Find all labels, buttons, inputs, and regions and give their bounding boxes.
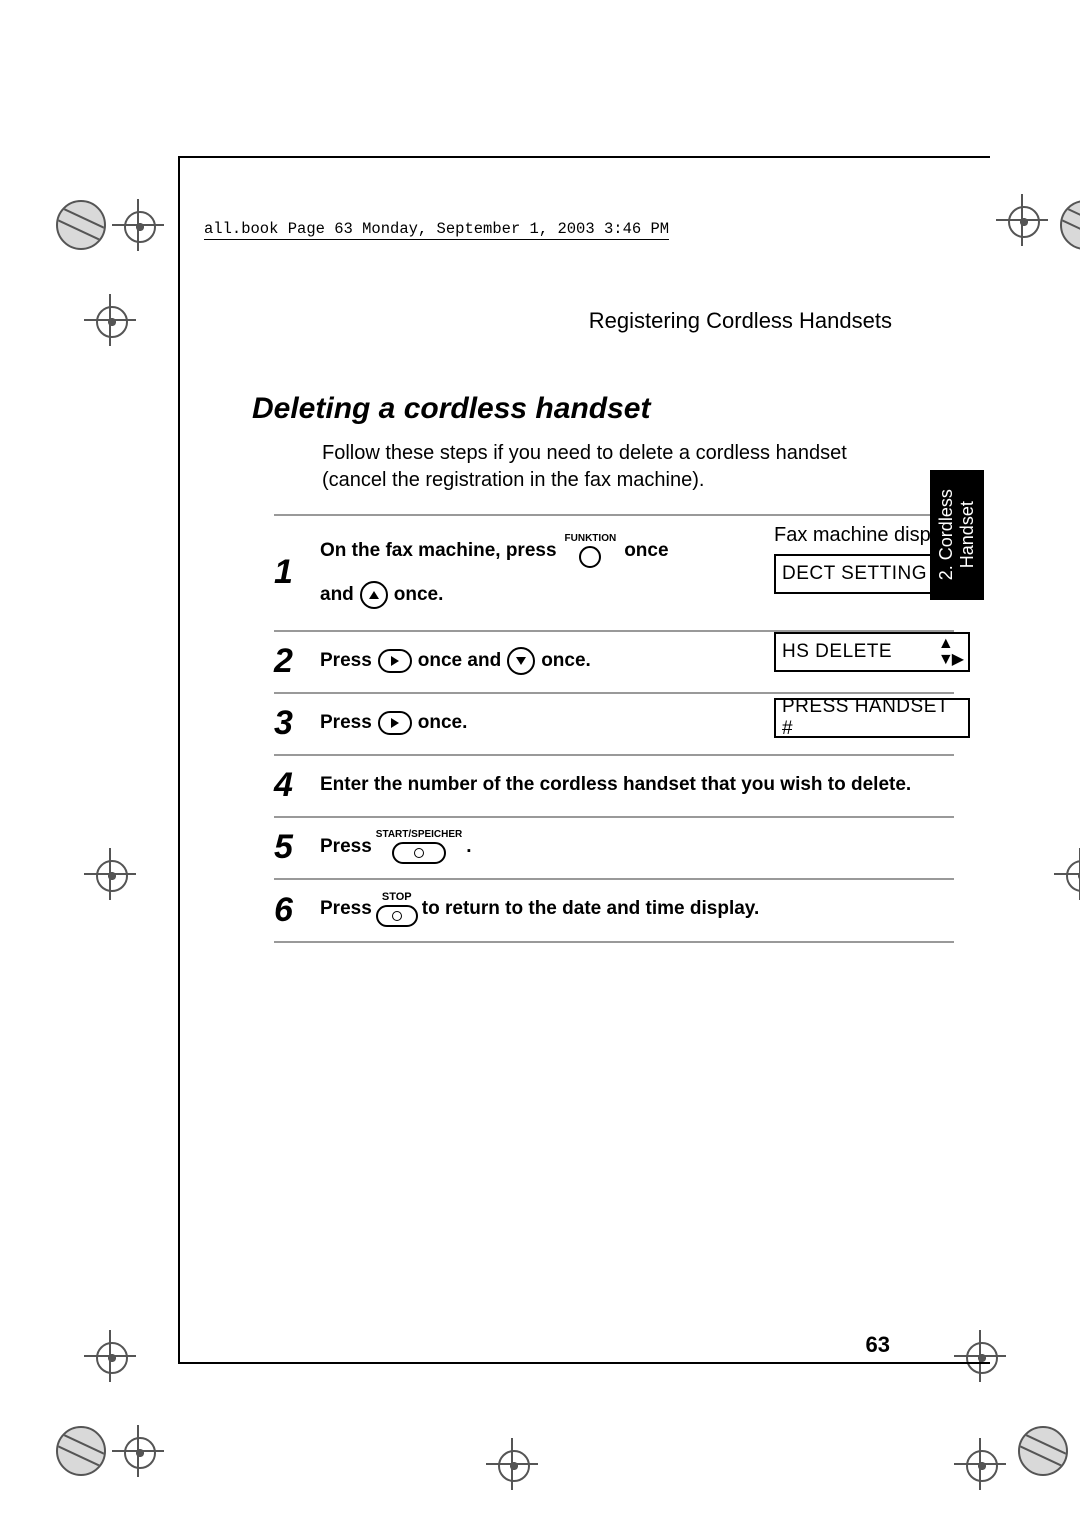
- step-text: .: [466, 832, 471, 862]
- step-row: 1 On the fax machine, press FUNKTION onc…: [274, 516, 954, 632]
- step-body: On the fax machine, press FUNKTION once …: [320, 534, 740, 610]
- page-number: 63: [866, 1332, 890, 1358]
- key-label: START/SPEICHER: [376, 830, 463, 840]
- crop-mark-icon: [56, 1426, 158, 1476]
- step-row: 6 Press STOP to return to the date and t…: [274, 880, 954, 943]
- step-row: 5 Press START/SPEICHER .: [274, 818, 954, 880]
- funktion-key-icon: FUNKTION: [565, 534, 617, 568]
- step-text: once: [624, 536, 668, 566]
- step-number: 2: [274, 644, 320, 678]
- section-tab-label: 2. Cordless Handset: [936, 489, 977, 580]
- crop-mark-icon: [90, 300, 130, 340]
- step-row: 2 Press once and once.: [274, 632, 954, 694]
- step-text: to return to the date and time display.: [422, 894, 759, 924]
- step-text: Press: [320, 832, 372, 862]
- start-speicher-key-icon: START/SPEICHER: [376, 830, 463, 864]
- stop-key-icon: STOP: [376, 892, 418, 927]
- steps-list: 1 On the fax machine, press FUNKTION onc…: [274, 514, 954, 943]
- crop-mark-icon: [1002, 200, 1042, 240]
- section-title: Deleting a cordless handset: [252, 392, 650, 426]
- step-text: once.: [394, 580, 444, 610]
- right-key-icon: [378, 711, 412, 735]
- step-body: Enter the number of the cordless handset…: [320, 770, 911, 800]
- crop-mark-icon: [90, 1336, 130, 1376]
- step-text: once.: [418, 708, 468, 738]
- crop-mark-icon: [1060, 200, 1080, 250]
- step-number: 4: [274, 768, 320, 802]
- crop-mark-icon: [960, 1444, 1000, 1484]
- step-text: once.: [541, 646, 591, 676]
- section-tab: 2. Cordless Handset: [930, 470, 984, 600]
- down-key-icon: [507, 647, 535, 675]
- step-row: 4 Enter the number of the cordless hands…: [274, 756, 954, 818]
- crop-mark-icon: [492, 1444, 532, 1484]
- step-body: Press once and once.: [320, 646, 591, 676]
- step-number: 5: [274, 830, 320, 864]
- step-body: Press START/SPEICHER .: [320, 830, 472, 864]
- step-body: Press once.: [320, 708, 467, 738]
- crop-mark-icon: [1060, 854, 1080, 894]
- key-label: FUNKTION: [565, 534, 617, 544]
- step-number: 6: [274, 893, 320, 927]
- step-text: Enter the number of the cordless handset…: [320, 770, 911, 800]
- step-text: Press: [320, 894, 372, 924]
- step-text: once and: [418, 646, 501, 676]
- step-text: On the fax machine, press: [320, 536, 557, 566]
- step-row: 3 Press once.: [274, 694, 954, 756]
- crop-mark-icon: [56, 200, 158, 250]
- manual-page: all.book Page 63 Monday, September 1, 20…: [0, 0, 1080, 1528]
- running-head: Registering Cordless Handsets: [589, 308, 892, 334]
- book-meta-header: all.book Page 63 Monday, September 1, 20…: [204, 220, 669, 240]
- step-text: and: [320, 580, 354, 610]
- step-number: 1: [274, 555, 320, 589]
- up-key-icon: [360, 581, 388, 609]
- step-text: Press: [320, 646, 372, 676]
- right-key-icon: [378, 649, 412, 673]
- step-body: Press STOP to return to the date and tim…: [320, 892, 759, 927]
- intro-paragraph: Follow these steps if you need to delete…: [322, 440, 912, 494]
- crop-mark-icon: [90, 854, 130, 894]
- step-text: Press: [320, 708, 372, 738]
- step-number: 3: [274, 706, 320, 740]
- key-label: STOP: [382, 892, 412, 903]
- crop-mark-icon: [1018, 1426, 1068, 1476]
